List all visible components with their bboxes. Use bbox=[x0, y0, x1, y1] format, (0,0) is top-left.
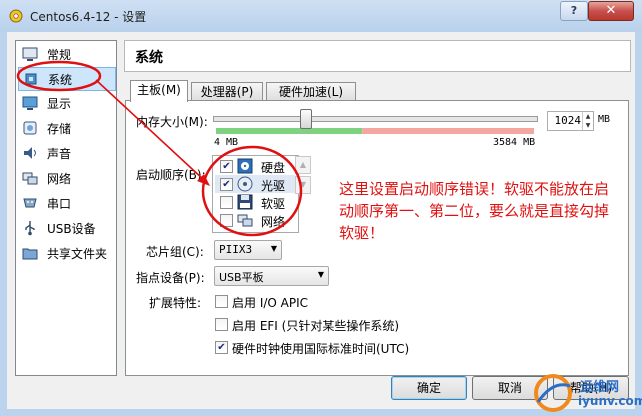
efi-checkbox[interactable] bbox=[215, 318, 228, 331]
serial-port-icon bbox=[23, 198, 37, 208]
sidebar-item-label: 网络 bbox=[47, 172, 72, 186]
sidebar-item-label: USB设备 bbox=[47, 222, 96, 236]
efi-label: 启用 EFI (只针对某些操作系统) bbox=[232, 319, 400, 333]
boot-item-checkbox[interactable] bbox=[220, 214, 233, 227]
watermark-line1: 运维网 bbox=[580, 380, 620, 395]
spin-arrows-icon[interactable]: ▲ ▼ bbox=[582, 112, 593, 130]
boot-item-label: 软驱 bbox=[261, 197, 286, 211]
title-bar: Centos6.4-12 - 设置 ? ✕ bbox=[0, 0, 642, 32]
sidebar-item-label: 声音 bbox=[47, 147, 72, 161]
chevron-down-icon: ▼ bbox=[270, 244, 277, 253]
tab-motherboard[interactable]: 主板(M) bbox=[130, 80, 188, 102]
title-help-button[interactable]: ? bbox=[560, 1, 588, 21]
window-frame-right bbox=[635, 32, 642, 416]
watermark-line2: iyunv.com bbox=[578, 394, 642, 408]
boot-order-label: 启动顺序(B): bbox=[136, 168, 206, 182]
boot-item-optical[interactable]: ✔ 光驱 bbox=[215, 175, 295, 193]
chevron-down-icon: ▼ bbox=[317, 270, 324, 279]
sidebar-item-network[interactable]: 网络 bbox=[18, 167, 114, 189]
chipset-label: 芯片组(C): bbox=[146, 245, 204, 259]
sidebar-item-label: 存储 bbox=[47, 122, 72, 136]
ok-button[interactable]: 确定 bbox=[391, 376, 467, 400]
boot-item-label: 光驱 bbox=[261, 179, 286, 193]
chip-icon bbox=[25, 73, 37, 85]
sidebar-item-serial[interactable]: 串口 bbox=[18, 192, 114, 214]
extended-features-label: 扩展特性: bbox=[149, 296, 202, 310]
watermark: 运维网 iyunv.com bbox=[528, 372, 642, 414]
network-boot-icon bbox=[237, 214, 253, 227]
sidebar-item-general[interactable]: 常规 bbox=[18, 43, 114, 65]
speaker-icon bbox=[24, 147, 36, 159]
sidebar-item-label: 共享文件夹 bbox=[47, 247, 108, 261]
sidebar-item-label: 常规 bbox=[47, 48, 72, 62]
pointing-device-label: 指点设备(P): bbox=[136, 271, 205, 285]
memory-min-label: 4 MB bbox=[214, 137, 239, 148]
boot-item-checkbox[interactable] bbox=[220, 196, 233, 209]
memory-slider-thumb[interactable] bbox=[300, 109, 313, 129]
monitor-icon bbox=[22, 47, 38, 61]
boot-item-label: 硬盘 bbox=[261, 161, 286, 175]
chipset-select[interactable]: PIIX3 ▼ bbox=[214, 240, 282, 260]
sidebar-item-system[interactable]: 系统 bbox=[18, 67, 116, 91]
sidebar-item-label: 显示 bbox=[47, 97, 72, 111]
ioapic-checkbox[interactable] bbox=[215, 295, 228, 308]
sidebar-item-display[interactable]: 显示 bbox=[18, 92, 114, 114]
virtualbox-gear-icon bbox=[9, 9, 23, 23]
sidebar-item-usb[interactable]: USB设备 bbox=[18, 217, 114, 239]
sidebar-item-audio[interactable]: 声音 bbox=[18, 142, 114, 164]
memory-spinbox[interactable]: 1024 ▲ ▼ bbox=[547, 111, 594, 131]
sidebar-item-label: 系统 bbox=[48, 73, 73, 87]
section-header: 系统 bbox=[124, 40, 631, 72]
sidebar-item-shared-folders[interactable]: 共享文件夹 bbox=[18, 242, 114, 264]
boot-move-up-button[interactable]: ▲ bbox=[295, 156, 311, 174]
watermark-logo-icon bbox=[534, 374, 572, 412]
chipset-value: PIIX3 bbox=[219, 243, 253, 256]
ioapic-label: 启用 I/O APIC bbox=[232, 296, 309, 310]
sidebar-item-storage[interactable]: 存储 bbox=[18, 117, 114, 139]
boot-item-checkbox[interactable]: ✔ bbox=[220, 160, 233, 173]
tab-acceleration[interactable]: 硬件加速(L) bbox=[266, 82, 356, 101]
boot-item-network[interactable]: 网络 bbox=[215, 211, 295, 229]
pointing-device-select[interactable]: USB平板 ▼ bbox=[214, 266, 329, 286]
close-button[interactable]: ✕ bbox=[588, 1, 634, 21]
section-title: 系统 bbox=[135, 50, 163, 66]
sidebar-item-label: 串口 bbox=[47, 197, 72, 211]
storage-icon bbox=[23, 121, 37, 135]
boot-item-floppy[interactable]: 软驱 bbox=[215, 193, 295, 211]
optical-drive-icon bbox=[237, 176, 253, 192]
boot-item-checkbox[interactable]: ✔ bbox=[220, 178, 233, 191]
boot-move-down-button[interactable]: ▼ bbox=[295, 176, 311, 194]
memory-unit: MB bbox=[598, 114, 611, 125]
utc-label: 硬件时钟使用国际标准时间(UTC) bbox=[232, 342, 410, 356]
memory-value: 1024 bbox=[554, 114, 582, 127]
boot-item-hard-disk[interactable]: ✔ 硬盘 bbox=[215, 157, 295, 175]
memory-scale-bar bbox=[216, 128, 534, 134]
usb-icon bbox=[25, 221, 35, 236]
window-frame-left bbox=[0, 32, 7, 416]
memory-slider-track[interactable] bbox=[213, 116, 538, 122]
network-icon bbox=[22, 172, 38, 185]
window-title: Centos6.4-12 - 设置 bbox=[30, 10, 147, 24]
display-icon bbox=[22, 96, 38, 110]
shared-folder-icon bbox=[22, 248, 38, 260]
utc-checkbox[interactable]: ✔ bbox=[215, 341, 228, 354]
floppy-icon bbox=[237, 194, 253, 210]
hard-disk-icon bbox=[237, 158, 253, 174]
tab-processor[interactable]: 处理器(P) bbox=[191, 82, 263, 101]
boot-order-list[interactable]: ✔ 硬盘 ✔ 光驱 软驱 网络 bbox=[212, 155, 299, 233]
memory-max-label: 3584 MB bbox=[493, 137, 536, 148]
annotation-text: 这里设置启动顺序错误！软驱不能放在启动顺序第一、第二位，要么就是直接勾掉软驱！ bbox=[339, 180, 610, 242]
pointing-device-value: USB平板 bbox=[219, 271, 264, 284]
memory-size-label: 内存大小(M): bbox=[136, 115, 208, 129]
boot-item-label: 网络 bbox=[261, 215, 286, 229]
settings-sidebar: 常规 系统 显示 存储 声音 网络 串口 USB设备 共享文件夹 bbox=[15, 40, 117, 376]
